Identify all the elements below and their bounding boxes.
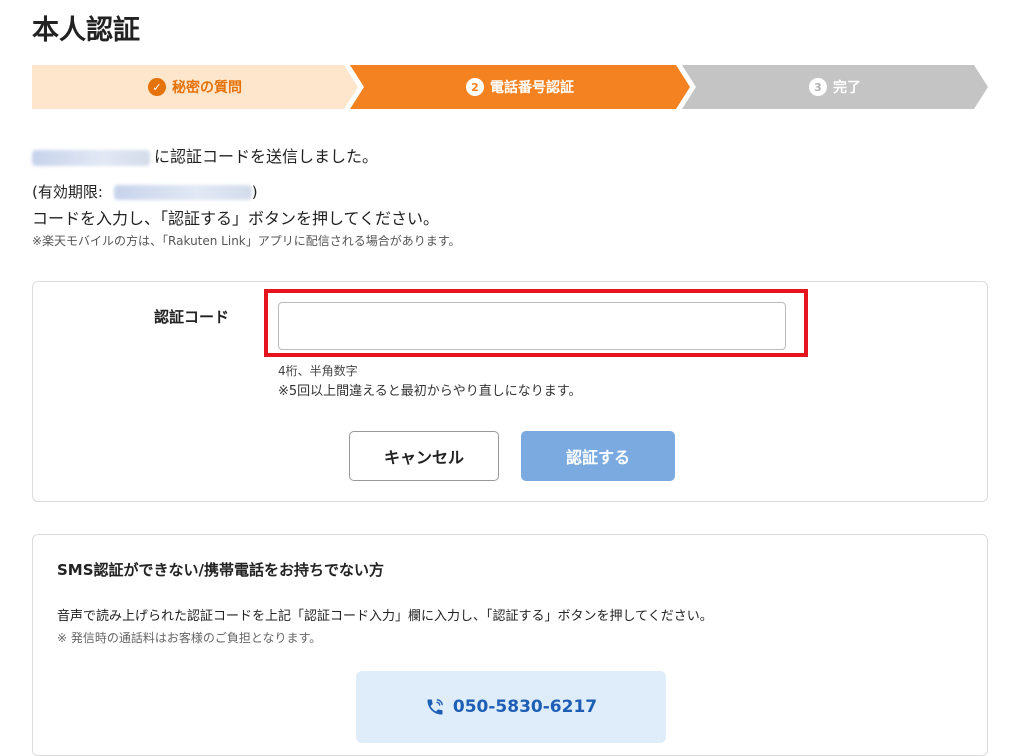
check-icon: ✓ [148, 78, 166, 96]
expiry-suffix: ) [251, 183, 258, 201]
step-secret-question: ✓ 秘密の質問 [32, 65, 358, 109]
cancel-button[interactable]: キャンセル [349, 431, 499, 481]
retry-warning: ※5回以上間違えると最初からやり直しになります。 [278, 384, 582, 399]
expiry-prefix: (有効期限: [32, 183, 103, 201]
sms-alternative-card: SMS認証ができない/携帯電話をお持ちでない方 音声で読み上げられた認証コードを… [32, 534, 988, 756]
step-phone-verification: 2 電話番号認証 [350, 65, 690, 109]
code-sent-message: に認証コードを送信しました。 [32, 143, 378, 167]
progress-stepper: ✓ 秘密の質問 2 電話番号認証 3 完了 [32, 65, 988, 109]
phone-number: 050-5830-6217 [452, 697, 598, 717]
masked-expiry-time [113, 185, 252, 200]
step-label: 完了 [833, 80, 861, 96]
verify-button[interactable]: 認証する [521, 431, 675, 481]
code-label: 認証コード [154, 308, 230, 326]
masked-phone-number [32, 149, 150, 166]
rakuten-note: ※楽天モバイルの方は、「Rakuten Link」アプリに配信される場合がありま… [32, 234, 461, 248]
step-label: 秘密の質問 [172, 80, 242, 96]
sms-section-title: SMS認証ができない/携帯電話をお持ちでない方 [57, 561, 385, 579]
verification-form-card: 認証コード 4桁、半角数字 ※5回以上間違えると最初からやり直しになります。 キ… [32, 281, 988, 502]
page-title: 本人認証 [32, 15, 140, 46]
instruction-text: コードを入力し、「認証する」ボタンを押してください。 [32, 209, 440, 228]
phone-icon [427, 699, 443, 715]
code-sent-text: に認証コードを送信しました。 [154, 147, 379, 166]
step-number-badge: 3 [809, 78, 827, 96]
step-number-badge: 2 [466, 78, 484, 96]
verification-code-input[interactable] [278, 302, 786, 350]
step-complete: 3 完了 [682, 65, 988, 109]
format-hint: 4桁、半角数字 [278, 364, 358, 378]
call-charge-note: ※ 発信時の通話料はお客様のご負担となります。 [57, 631, 322, 645]
expiry-line: (有効期限: ) [32, 181, 258, 202]
call-phone-button[interactable]: 050-5830-6217 [356, 671, 666, 743]
sms-section-description: 音声で読み上げられた認証コードを上記「認証コード入力」欄に入力し、「認証する」ボ… [57, 609, 713, 624]
step-label: 電話番号認証 [490, 80, 574, 96]
